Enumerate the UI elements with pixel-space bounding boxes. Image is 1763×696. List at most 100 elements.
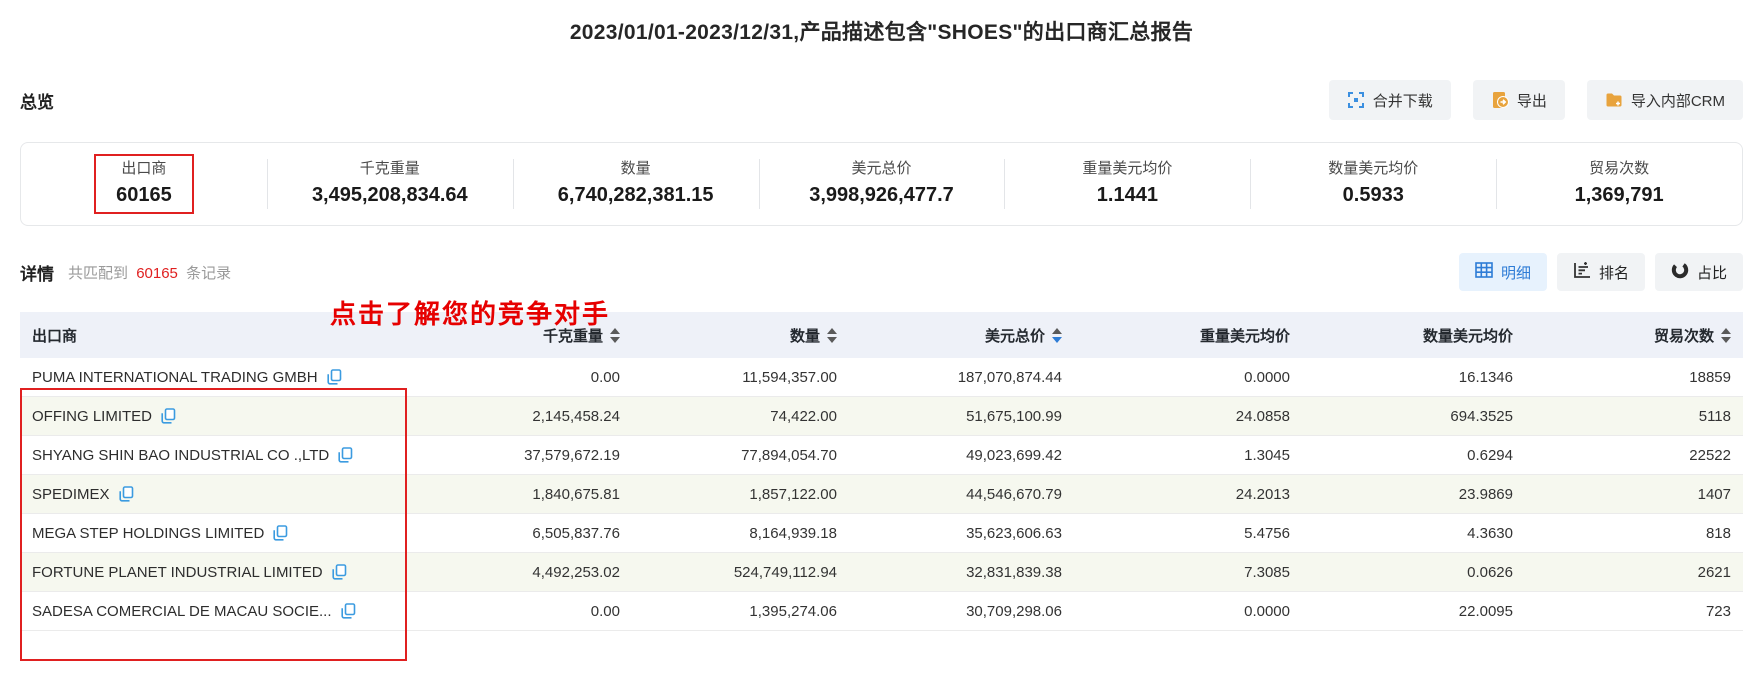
value-cell: 723 — [1705, 602, 1731, 620]
details-toolbar: 详情 共匹配到 60165 条记录 明细 排名 占比 — [0, 252, 1763, 292]
stat-kg-weight: 千克重量 3,495,208,834.64 — [266, 143, 513, 225]
tab-share[interactable]: 占比 — [1654, 253, 1743, 291]
value-cell: 24.0858 — [1235, 407, 1290, 425]
value-cell: 44,546,670.79 — [966, 485, 1062, 503]
table-row: SPEDIMEX 1,840,675.81 1,857,122.00 44,546,… — [20, 475, 1743, 514]
value-cell: 694.3525 — [1450, 407, 1513, 425]
value-cell: 32,831,839.38 — [966, 563, 1062, 581]
exporter-name-link[interactable]: SPEDIMEX — [32, 486, 110, 503]
value-cell: 0.00 — [590, 368, 620, 386]
copy-icon[interactable] — [326, 369, 342, 385]
page-title: 2023/01/01-2023/12/31,产品描述包含"SHOES"的出口商汇… — [569, 21, 1194, 44]
exporter-name-link[interactable]: FORTUNE PLANET INDUSTRIAL LIMITED — [32, 564, 323, 581]
details-heading: 详情 — [20, 264, 54, 284]
column-header-4: 重量美元均价 — [1074, 325, 1302, 346]
exporter-name-link[interactable]: MEGA STEP HOLDINGS LIMITED — [32, 525, 264, 542]
value-cell: 8,164,939.18 — [749, 524, 837, 542]
merge-download-button[interactable]: 合并下载 — [1328, 80, 1451, 120]
value-cell: 0.0000 — [1244, 602, 1290, 620]
table-header-row: 出口商 千克重量 数量 美元总价 重量美元均价 数量美元均价 贸易次数 — [20, 312, 1743, 358]
value-cell: 49,023,699.42 — [966, 446, 1062, 464]
value-cell: 24.2013 — [1235, 485, 1290, 503]
exporter-name-cell: PUMA INTERNATIONAL TRADING GMBH — [20, 369, 410, 386]
value-cell: 18859 — [1689, 368, 1731, 386]
stat-label: 贸易次数 — [1589, 159, 1650, 177]
value-cell: 2621 — [1697, 563, 1731, 581]
value-cell: 5.4756 — [1244, 524, 1290, 542]
sort-carets-icon[interactable] — [1052, 327, 1062, 343]
column-header-5: 数量美元均价 — [1302, 325, 1525, 346]
value-cell: 1,395,274.06 — [749, 602, 837, 620]
tab-share-label: 占比 — [1696, 264, 1727, 282]
stat-label: 数量美元均价 — [1328, 159, 1419, 177]
copy-icon[interactable] — [118, 486, 134, 502]
value-cell: 23.9869 — [1458, 485, 1513, 503]
column-header-3[interactable]: 美元总价 — [849, 325, 1074, 346]
column-header-2[interactable]: 数量 — [632, 325, 849, 346]
sort-carets-icon[interactable] — [1721, 327, 1731, 343]
copy-icon[interactable] — [340, 603, 356, 619]
exporter-table: 出口商 千克重量 数量 美元总价 重量美元均价 数量美元均价 贸易次数 PUMA INTER… — [20, 312, 1743, 667]
value-cell: 74,422.00 — [770, 407, 837, 425]
column-header-6[interactable]: 贸易次数 — [1525, 325, 1743, 346]
copy-icon[interactable] — [161, 408, 176, 424]
value-cell: 524,749,112.94 — [733, 563, 837, 581]
value-cell: 6,505,837.76 — [532, 524, 620, 542]
stat-value: 3,998,926,477.7 — [809, 184, 954, 207]
exporter-name-link[interactable]: SHYANG SHIN BAO INDUSTRIAL CO .,LTD — [32, 447, 329, 464]
table-row: OFFING LIMITED 2,145,458.24 74,422.00 51,6… — [20, 397, 1743, 436]
value-cell: 0.00 — [590, 602, 620, 620]
value-cell: 818 — [1705, 524, 1731, 542]
match-record-text: 共匹配到 60165 条记录 — [68, 262, 231, 283]
overview-stats-card: 出口商 60165 千克重量 3,495,208,834.64 数量 6,740… — [20, 142, 1743, 226]
tab-ranking[interactable]: 排名 — [1556, 253, 1645, 291]
value-cell: 51,675,100.99 — [966, 407, 1062, 425]
table-row-partial — [20, 631, 1743, 667]
value-cell: 22.0095 — [1458, 602, 1513, 620]
stat-label: 出口商 — [121, 159, 167, 177]
column-header-label: 美元总价 — [984, 327, 1045, 345]
match-suffix: 条记录 — [186, 264, 232, 282]
column-header-label: 重量美元均价 — [1199, 327, 1290, 345]
export-button[interactable]: 导出 — [1472, 80, 1565, 120]
value-cell: 4.3630 — [1467, 524, 1513, 542]
stat-exporters: 出口商 60165 — [21, 143, 267, 225]
value-cell: 1,857,122.00 — [749, 485, 837, 503]
value-cell: 5118 — [1698, 407, 1731, 425]
stat-value: 1,369,791 — [1574, 184, 1664, 207]
stat-quantity: 数量 6,740,282,381.15 — [512, 143, 759, 225]
value-cell: 11,594,357.00 — [742, 368, 837, 386]
value-cell: 7.3085 — [1244, 563, 1290, 581]
stat-value: 1.1441 — [1096, 184, 1158, 207]
tab-detail[interactable]: 明细 — [1458, 253, 1547, 291]
merge-download-label: 合并下载 — [1372, 92, 1433, 110]
stat-label: 千克重量 — [359, 159, 420, 177]
sort-carets-icon[interactable] — [610, 327, 620, 343]
import-crm-button[interactable]: 导入内部CRM — [1586, 80, 1743, 120]
export-icon — [1491, 91, 1509, 109]
stat-value: 60165 — [116, 184, 172, 207]
competitor-annotation: 点击了解您的竞争对手 — [330, 300, 611, 329]
stat-label: 重量美元均价 — [1082, 159, 1173, 177]
toolbar: 总览 合并下载 导出 导入内部CRM — [0, 80, 1763, 120]
column-header-label: 数量美元均价 — [1422, 327, 1513, 345]
value-cell: 187,070,874.44 — [957, 368, 1062, 386]
value-cell: 1407 — [1697, 485, 1731, 503]
exporter-name-link[interactable]: OFFING LIMITED — [32, 408, 152, 425]
copy-icon[interactable] — [273, 525, 288, 541]
table-row: SADESA COMERCIAL DE MACAU SOCIE... 0.00 1… — [20, 592, 1743, 631]
copy-icon[interactable] — [332, 564, 347, 580]
copy-icon[interactable] — [338, 447, 353, 463]
sort-carets-icon[interactable] — [827, 327, 837, 343]
value-cell: 77,894,054.70 — [741, 446, 837, 464]
exporter-name-link[interactable]: PUMA INTERNATIONAL TRADING GMBH — [32, 369, 318, 386]
import-crm-label: 导入内部CRM — [1630, 92, 1725, 110]
stat-value: 0.5933 — [1342, 184, 1404, 207]
stat-usd-per-quantity: 数量美元均价 0.5933 — [1250, 143, 1496, 225]
overview-heading: 总览 — [20, 92, 54, 112]
stat-value: 3,495,208,834.64 — [311, 184, 468, 207]
exporter-name-cell: OFFING LIMITED — [20, 408, 410, 425]
exporter-name-link[interactable]: SADESA COMERCIAL DE MACAU SOCIE... — [32, 603, 332, 620]
table-row: SHYANG SHIN BAO INDUSTRIAL CO .,LTD 37,5… — [20, 436, 1743, 475]
exporter-report-page: 2023/01/01-2023/12/31,产品描述包含"SHOES"的出口商汇… — [0, 0, 1763, 696]
